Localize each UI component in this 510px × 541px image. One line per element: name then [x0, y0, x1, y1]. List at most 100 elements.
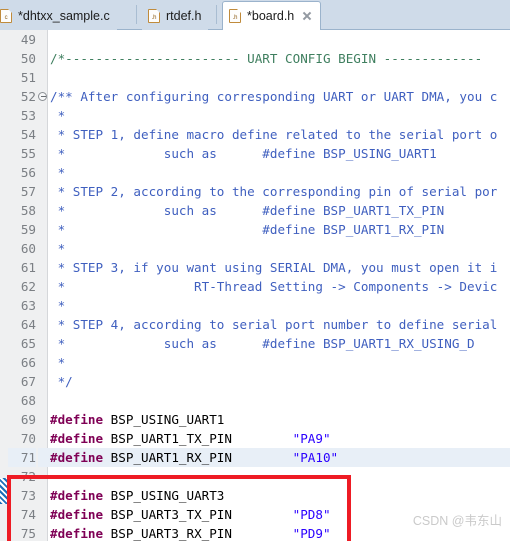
line-number: 55 — [20, 146, 36, 161]
code-text: * — [50, 163, 66, 182]
code-line[interactable]: 54 * STEP 1, define macro define related… — [0, 125, 510, 144]
fold-slot — [38, 239, 48, 258]
line-number: 64 — [20, 317, 36, 332]
code-token: #define — [50, 431, 104, 446]
fold-slot — [38, 68, 48, 87]
code-line[interactable]: 56 * — [0, 163, 510, 182]
code-line[interactable]: 51 — [0, 68, 510, 87]
line-number: 69 — [20, 412, 36, 427]
close-icon[interactable] — [301, 10, 313, 22]
code-line[interactable]: 55 * such as #define BSP_USING_UART1 — [0, 144, 510, 163]
fold-slot — [38, 315, 48, 334]
code-token: * — [50, 108, 66, 123]
code-text: * #define BSP_UART1_RX_PIN — [50, 220, 445, 239]
tab-board-h[interactable]: .h *board.h — [222, 1, 322, 30]
line-number: 61 — [20, 260, 36, 275]
code-line[interactable]: 60 * — [0, 239, 510, 258]
fold-slot — [38, 144, 48, 163]
tab-label: rtdef.h — [166, 9, 202, 23]
code-text: /*----------------------- UART CONFIG BE… — [50, 49, 482, 68]
tab-dhtxx-sample-c[interactable]: c *dhtxx_sample.c — [0, 2, 117, 30]
code-line[interactable]: 66 * — [0, 353, 510, 372]
code-text: #define BSP_UART1_RX_PIN "PA10" — [50, 448, 339, 467]
fold-slot — [38, 125, 48, 144]
code-token: */ — [50, 374, 73, 389]
code-line[interactable]: 59 * #define BSP_UART1_RX_PIN — [0, 220, 510, 239]
code-token: BSP_UART1_RX_PIN — [103, 450, 293, 465]
code-line[interactable]: 49 — [0, 30, 510, 49]
code-token: * — [50, 298, 66, 313]
csdn-watermark: CSDN @韦东山 — [412, 514, 502, 528]
line-number: 66 — [20, 355, 36, 370]
line-number: 60 — [20, 241, 36, 256]
code-text: * such as #define BSP_USING_UART1 — [50, 144, 437, 163]
code-token: * — [50, 241, 66, 256]
fold-slot — [38, 391, 48, 410]
fold-slot — [38, 353, 48, 372]
code-token: #define — [50, 507, 104, 522]
fold-slot — [38, 49, 48, 68]
code-token: "PA9" — [292, 431, 331, 446]
code-text: * — [50, 296, 66, 315]
code-token: "PD9" — [292, 526, 331, 541]
code-token: * #define BSP_UART1_RX_PIN — [50, 222, 445, 237]
tab-rtdef-h[interactable]: .h rtdef.h — [142, 2, 209, 30]
code-token: BSP_USING_UART3 — [103, 488, 225, 503]
code-text: * STEP 4, according to serial port numbe… — [50, 315, 498, 334]
fold-slot — [38, 220, 48, 239]
code-editor[interactable]: 49 50 /*----------------------- UART CONFI… — [0, 30, 510, 541]
code-line[interactable]: 67 */ — [0, 372, 510, 391]
code-line[interactable]: 63 * — [0, 296, 510, 315]
line-number: 73 — [20, 488, 36, 503]
fold-slot — [38, 182, 48, 201]
code-token: BSP_UART3_TX_PIN — [103, 507, 293, 522]
code-line[interactable]: 65 * such as #define BSP_UART1_RX_USING_… — [0, 334, 510, 353]
code-text: #define BSP_UART3_RX_PIN "PD9" — [50, 524, 331, 541]
code-line[interactable]: 52 /** After configuring corresponding UA… — [0, 87, 510, 106]
code-text: #define BSP_UART1_TX_PIN "PA9" — [50, 429, 331, 448]
code-line[interactable]: 50 /*----------------------- UART CONFIG … — [0, 49, 510, 68]
fold-slot — [38, 30, 48, 49]
fold-slot — [38, 505, 48, 524]
line-number: 58 — [20, 203, 36, 218]
code-line[interactable]: 61 * STEP 3, if you want using SERIAL DM… — [0, 258, 510, 277]
fold-collapse-icon[interactable] — [38, 87, 48, 106]
code-text: * RT-Thread Setting -> Components -> Dev… — [50, 277, 498, 296]
code-token: /*----------------------- UART CONFIG BE… — [50, 51, 483, 66]
code-line[interactable]: 72 — [0, 467, 510, 486]
code-token: "PA10" — [292, 450, 339, 465]
fold-slot — [38, 277, 48, 296]
code-line[interactable]: 62 * RT-Thread Setting -> Components -> … — [0, 277, 510, 296]
code-line[interactable]: 68 — [0, 391, 510, 410]
code-line[interactable]: 57 * STEP 2, according to the correspond… — [0, 182, 510, 201]
code-text: * STEP 3, if you want using SERIAL DMA, … — [50, 258, 498, 277]
code-token: * — [50, 355, 66, 370]
fold-slot — [38, 334, 48, 353]
fold-slot — [38, 296, 48, 315]
code-line[interactable]: 69 #define BSP_USING_UART1 — [0, 410, 510, 429]
code-line[interactable]: 58 * such as #define BSP_UART1_TX_PIN — [0, 201, 510, 220]
code-line[interactable]: 64 * STEP 4, according to serial port nu… — [0, 315, 510, 334]
code-text: * such as #define BSP_UART1_TX_PIN — [50, 201, 445, 220]
line-number: 65 — [20, 336, 36, 351]
code-text: #define BSP_USING_UART3 — [50, 486, 224, 505]
code-token: #define — [50, 412, 104, 427]
fold-slot — [38, 201, 48, 220]
code-token: BSP_USING_UART1 — [103, 412, 225, 427]
fold-slot — [38, 258, 48, 277]
code-text: * — [50, 106, 66, 125]
code-line[interactable]: 70 #define BSP_UART1_TX_PIN "PA9" — [0, 429, 510, 448]
fold-slot — [38, 106, 48, 125]
code-line[interactable]: 71 #define BSP_UART1_RX_PIN "PA10" — [0, 448, 510, 467]
code-token: BSP_UART1_TX_PIN — [103, 431, 293, 446]
fold-slot — [38, 429, 48, 448]
code-line[interactable]: 53 * — [0, 106, 510, 125]
fold-slot — [38, 372, 48, 391]
code-line[interactable]: 73 #define BSP_USING_UART3 — [0, 486, 510, 505]
code-text: * STEP 2, according to the corresponding… — [50, 182, 498, 201]
code-token: #define — [50, 488, 104, 503]
h-file-icon: .h — [229, 9, 241, 23]
code-token: * STEP 3, if you want using SERIAL DMA, … — [50, 260, 498, 275]
line-number: 51 — [20, 70, 36, 85]
line-number: 71 — [8, 448, 36, 467]
